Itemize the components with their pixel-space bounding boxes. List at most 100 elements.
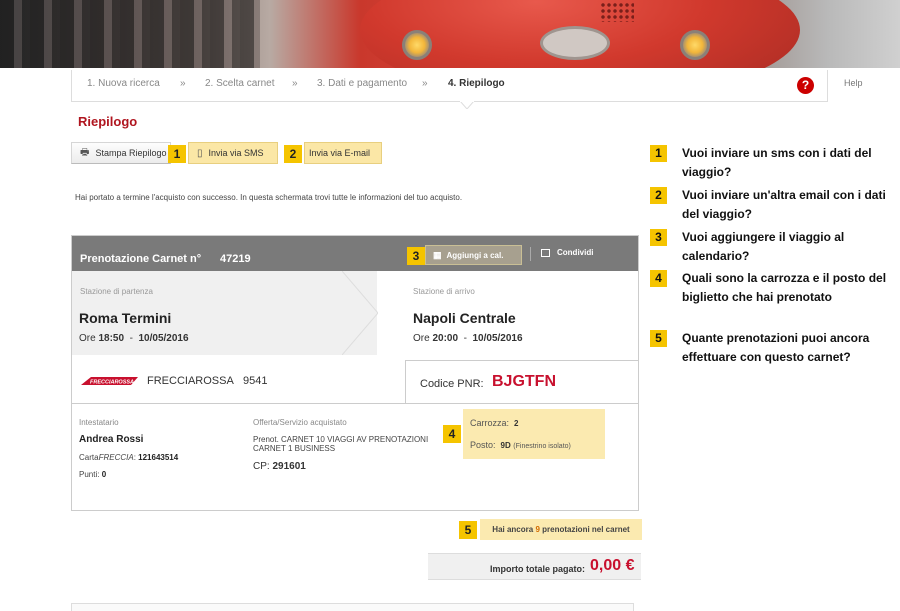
remaining-suffix: prenotazioni nel carnet: [542, 525, 630, 534]
holder-label: Intestatario: [79, 418, 119, 427]
remaining-prefix: Hai ancora: [492, 525, 534, 534]
step-separator: »: [292, 78, 298, 89]
total-label: Importo totale pagato:: [490, 564, 585, 574]
banner-headlight-right: [680, 30, 710, 60]
train-number: 9541: [242, 375, 268, 387]
send-email-button[interactable]: Invia via E-mail: [304, 142, 382, 164]
remaining-count: 9: [535, 525, 540, 534]
note-text-4: Quali sono la carrozza e il posto del bi…: [682, 271, 887, 304]
note-text-2: Vuoi inviare un'altra email con i dati d…: [682, 188, 886, 221]
train-name: FRECCIAROSSA: [147, 375, 234, 387]
card-label-brand: FRECCIA: [98, 453, 134, 462]
offer-label: Offerta/Servizio acquistato: [253, 418, 347, 427]
booking-card: Prenotazione Carnet n° 47219 3 ▦ Aggiung…: [71, 235, 639, 511]
print-summary-button[interactable]: 🖶 Stampa Riepilogo: [71, 142, 171, 164]
success-message: Hai portato a termine l'acquisto con suc…: [75, 193, 463, 202]
seat-info-box: Carrozza: 2 Posto: 9D (Finestrino isolat…: [463, 409, 605, 459]
divider: [72, 403, 638, 404]
seat-value: 9D: [500, 441, 511, 450]
callout-marker-2: 2: [284, 145, 302, 163]
email-button-label: Invia via E-mail: [309, 148, 371, 158]
seat-label: Posto:: [470, 440, 496, 450]
pnr-label: Codice PNR:: [420, 378, 484, 390]
points-value: 0: [101, 470, 107, 479]
remaining-bookings-notice: Hai ancora 9 prenotazioni nel carnet: [480, 519, 642, 540]
departure-time-value: 18:50: [98, 333, 125, 344]
seat-row: Posto: 9D (Finestrino isolato): [470, 440, 571, 450]
departure-label: Stazione di partenza: [80, 287, 153, 296]
coach-label: Carrozza:: [470, 418, 510, 428]
share-button-label: Condividi: [557, 248, 594, 257]
add-to-calendar-button[interactable]: ▦ Aggiungi a cal.: [425, 245, 522, 265]
card-number: 121643514: [138, 453, 179, 462]
departure-date: 10/05/2016: [138, 333, 189, 344]
total-paid-box: Importo totale pagato: 0,00 €: [428, 553, 641, 580]
step-1[interactable]: 1. Nuova ricerca: [87, 78, 160, 89]
arrival-time-value: 20:00: [432, 333, 459, 344]
callout-marker-3: 3: [407, 247, 425, 265]
frecciarossa-logo: FRECCIAROSSA: [81, 377, 138, 386]
note-marker-3: 3: [650, 229, 667, 246]
header-banner-image: [0, 0, 900, 68]
print-button-label: Stampa Riepilogo: [95, 148, 167, 158]
pnr-code: BJGTFN: [492, 373, 556, 390]
departure-station: Roma Termini: [79, 310, 172, 326]
holder-name: Andrea Rossi: [79, 434, 144, 445]
arrival-date: 10/05/2016: [472, 333, 523, 344]
callout-marker-5: 5: [459, 521, 477, 539]
coach-value: 2: [514, 419, 519, 428]
departure-time-prefix: Ore: [79, 333, 96, 344]
calendar-button-label: Aggiungi a cal.: [446, 250, 504, 260]
help-question-icon[interactable]: ?: [797, 77, 814, 94]
points-label: Punti:: [79, 470, 100, 479]
share-icon: [541, 248, 550, 257]
calendar-icon: ▦: [433, 249, 442, 260]
offer-line-1: Prenot. CARNET 10 VIAGGI AV PRENOTAZIONI: [253, 435, 429, 444]
route-arrow-icon: [342, 271, 378, 355]
phone-icon: ▯: [197, 147, 203, 159]
next-section-box: [71, 603, 634, 611]
divider: [405, 360, 406, 403]
booking-title: Prenotazione Carnet n°: [80, 253, 202, 265]
total-amount: 0,00 €: [590, 557, 635, 574]
step-3[interactable]: 3. Dati e pagamento: [317, 78, 407, 89]
arrival-time: Ore 20:00 - 10/05/2016: [413, 333, 523, 344]
booking-number: 47219: [220, 253, 251, 265]
step-2[interactable]: 2. Scelta carnet: [205, 78, 274, 89]
cp-info: CP: 291601: [253, 461, 306, 472]
step-separator: »: [180, 78, 186, 89]
note-marker-2: 2: [650, 187, 667, 204]
offer-line-2: CARNET 1 BUSINESS: [253, 444, 336, 453]
note-marker-1: 1: [650, 145, 667, 162]
note-marker-5: 5: [650, 330, 667, 347]
note-text-1: Vuoi inviare un sms con i dati del viagg…: [682, 146, 872, 179]
arrival-station: Napoli Centrale: [413, 310, 516, 326]
step-separator: »: [422, 78, 428, 89]
booking-card-header: Prenotazione Carnet n° 47219 3 ▦ Aggiung…: [72, 236, 638, 271]
banner-grille: [600, 2, 634, 22]
sms-button-label: Invia via SMS: [208, 148, 264, 158]
page-title: Riepilogo: [78, 114, 138, 129]
coach-row: Carrozza: 2: [470, 418, 518, 428]
progress-steps: 1. Nuova ricerca » 2. Scelta carnet » 3.…: [71, 70, 863, 102]
banner-headlight-left: [402, 30, 432, 60]
current-step-pointer-icon: [460, 101, 474, 109]
help-link[interactable]: Help: [844, 78, 863, 88]
arrival-label: Stazione di arrivo: [413, 287, 475, 296]
banner-crowd: [0, 0, 260, 68]
departure-time-dash: -: [129, 333, 133, 344]
divider: [405, 360, 638, 361]
callout-marker-4: 4: [443, 425, 461, 443]
loyalty-card: CartaFRECCIA: 121643514: [79, 453, 178, 462]
cp-label: CP:: [253, 461, 270, 472]
card-label-colon: :: [133, 453, 136, 462]
frecciarossa-logo-text: FRECCIAROSSA: [90, 380, 134, 386]
arrival-time-dash: -: [463, 333, 467, 344]
card-label: Carta: [79, 453, 99, 462]
callout-marker-1: 1: [168, 145, 186, 163]
note-text-3: Vuoi aggiungere il viaggio al calendario…: [682, 230, 845, 263]
share-button[interactable]: Condividi: [541, 248, 593, 257]
note-text-5: Quante prenotazioni puoi ancora effettua…: [682, 331, 870, 364]
note-marker-4: 4: [650, 270, 667, 287]
send-sms-button[interactable]: ▯ Invia via SMS: [188, 142, 278, 164]
